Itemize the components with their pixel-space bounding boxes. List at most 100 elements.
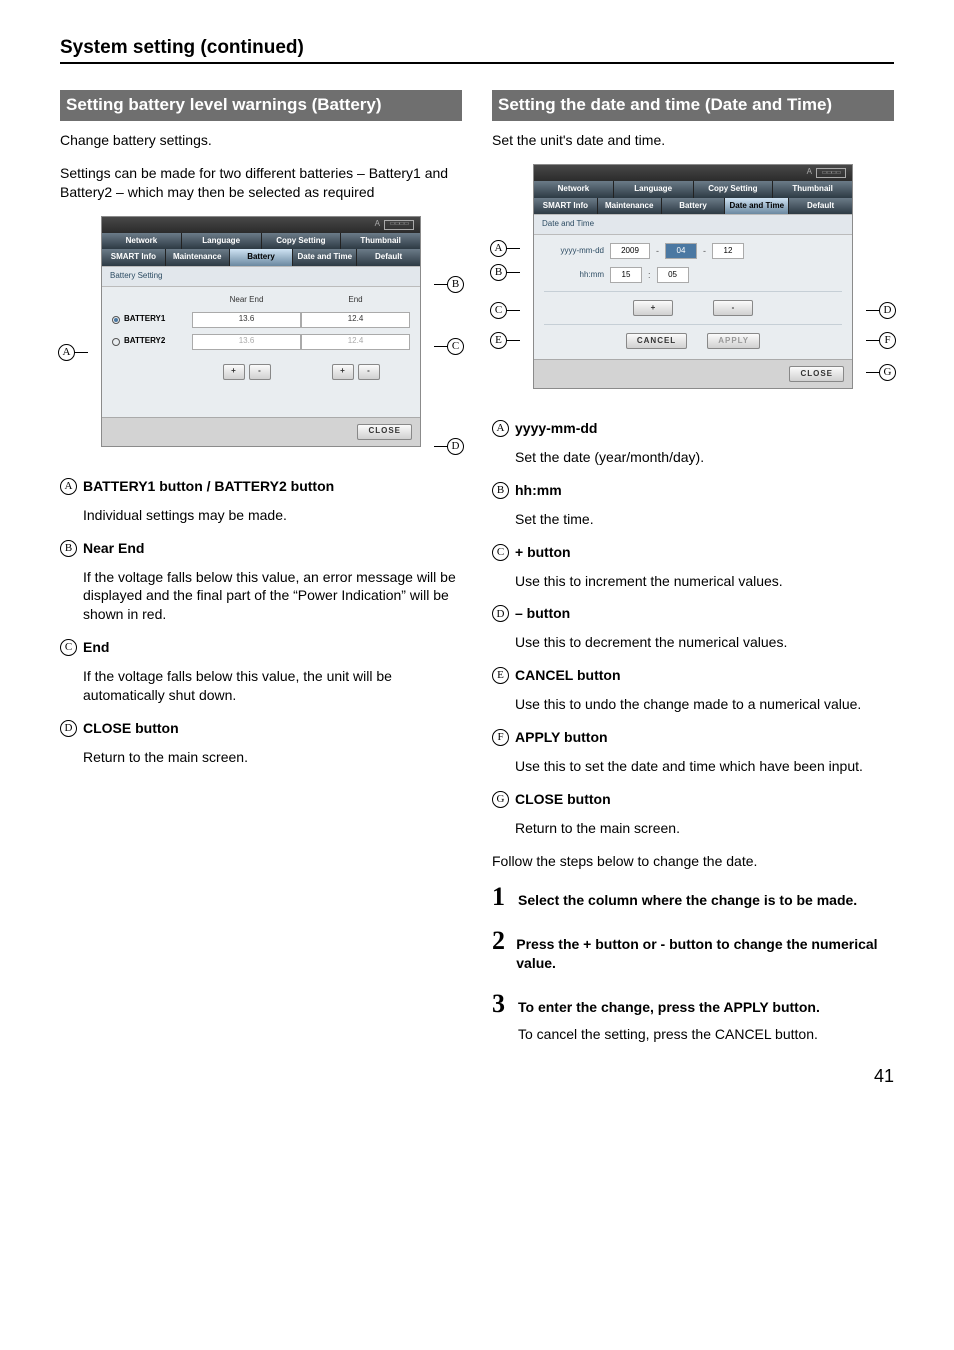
dt-def-G-title: CLOSE button (515, 790, 611, 809)
callout-dt-D: D (879, 302, 896, 319)
tab-language[interactable]: Language (182, 233, 262, 250)
near-end-plus-button[interactable]: + (223, 364, 245, 380)
label-hhmm: hh:mm (544, 270, 604, 281)
section-battery-bar: Setting battery level warnings (Battery) (60, 90, 462, 121)
tab-network[interactable]: Network (102, 233, 182, 250)
page-title: System setting (continued) (60, 38, 894, 64)
section-datetime-bar: Setting the date and time (Date and Time… (492, 90, 894, 121)
end-minus-button[interactable]: - (358, 364, 380, 380)
keyboard-icon: ▭▭▭▭ (816, 168, 846, 178)
dt-def-C-title: + button (515, 543, 571, 562)
dt-def-F-title: APPLY button (515, 728, 608, 747)
datetime-intro: Set the unit's date and time. (492, 131, 894, 150)
callout-D: D (447, 438, 464, 455)
tab-row-2: SMART Info Maintenance Battery Date and … (102, 249, 420, 266)
tab-default[interactable]: Default (789, 198, 852, 215)
battery-subheader: Battery Setting (102, 266, 420, 287)
def-letter-D: D (60, 720, 77, 737)
battery-intro-2: Settings can be made for two different b… (60, 164, 462, 202)
callout-dt-A: A (490, 240, 507, 257)
dt-def-D-body: Use this to decrement the numerical valu… (515, 633, 894, 652)
battery2-end-value: 12.4 (301, 334, 410, 350)
step-1-num: 1 (492, 884, 518, 910)
dt-def-G-body: Return to the main screen. (515, 819, 894, 838)
dt-def-A-body: Set the date (year/month/day). (515, 448, 894, 467)
battery2-label: BATTERY2 (124, 336, 165, 347)
callout-A: A (58, 344, 75, 361)
battery-intro-1: Change battery settings. (60, 131, 462, 150)
tab-default[interactable]: Default (357, 249, 420, 266)
battery1-radio[interactable]: BATTERY1 (112, 312, 192, 328)
field-year[interactable]: 2009 (610, 243, 650, 259)
battery2-radio[interactable]: BATTERY2 (112, 334, 192, 350)
dt-cancel-button[interactable]: CANCEL (626, 333, 687, 349)
tab-battery[interactable]: Battery (662, 198, 726, 215)
keyboard-icon: ▭▭▭▭ (384, 220, 414, 230)
battery-panel-wrap: A B C D A ▭▭▭▭ Network Language Copy Set… (60, 216, 462, 447)
tab-maintenance[interactable]: Maintenance (598, 198, 662, 215)
step-3-text: To enter the change, press the APPLY but… (518, 991, 820, 1017)
field-hour[interactable]: 15 (610, 267, 642, 283)
follow-text: Follow the steps below to change the dat… (492, 852, 894, 871)
tab-language[interactable]: Language (614, 181, 694, 198)
dt-minus-button[interactable]: - (713, 300, 753, 316)
col-end: End (301, 295, 410, 306)
callout-C: C (447, 338, 464, 355)
def-C-body: If the voltage falls below this value, t… (83, 667, 462, 705)
tab-smart-info[interactable]: SMART Info (534, 198, 598, 215)
dt-apply-button[interactable]: APPLY (707, 333, 760, 349)
col-near-end: Near End (192, 295, 301, 306)
tab-date-time[interactable]: Date and Time (293, 249, 357, 266)
tab-network[interactable]: Network (534, 181, 614, 198)
step-2-text: Press the + button or - button to change… (516, 928, 894, 973)
tab-maintenance[interactable]: Maintenance (166, 249, 230, 266)
def-D-body: Return to the main screen. (83, 748, 462, 767)
dt-def-C-body: Use this to increment the numerical valu… (515, 572, 894, 591)
panel-titlebar: A ▭▭▭▭ (534, 165, 852, 181)
battery1-near-end-value[interactable]: 13.6 (192, 312, 301, 328)
label-yyyymmdd: yyyy-mm-dd (544, 246, 604, 257)
def-letter-B: B (60, 540, 77, 557)
def-A-body: Individual settings may be made. (83, 506, 462, 525)
tab-copy-setting[interactable]: Copy Setting (694, 181, 774, 198)
near-end-minus-button[interactable]: - (249, 364, 271, 380)
field-month[interactable]: 04 (665, 243, 697, 259)
def-B-body: If the voltage falls below this value, a… (83, 568, 462, 625)
dt-def-E-title: CANCEL button (515, 666, 621, 685)
dt-def-B-title: hh:mm (515, 481, 562, 500)
field-day[interactable]: 12 (712, 243, 744, 259)
step-2-num: 2 (492, 928, 516, 973)
battery1-end-value[interactable]: 12.4 (301, 312, 410, 328)
def-D-title: CLOSE button (83, 719, 179, 738)
tab-smart-info[interactable]: SMART Info (102, 249, 166, 266)
def-C-title: End (83, 638, 109, 657)
end-plus-button[interactable]: + (332, 364, 354, 380)
dt-close-button[interactable]: CLOSE (789, 366, 844, 382)
tab-battery[interactable]: Battery (230, 249, 294, 266)
battery2-near-end-value: 13.6 (192, 334, 301, 350)
page-number: 41 (60, 1064, 894, 1088)
datetime-subheader: Date and Time (534, 214, 852, 235)
dt-def-D-title: – button (515, 604, 570, 623)
tab-date-time[interactable]: Date and Time (725, 198, 789, 215)
def-B-title: Near End (83, 539, 144, 558)
callout-dt-F: F (879, 332, 896, 349)
callout-B: B (447, 276, 464, 293)
def-letter-C: C (60, 639, 77, 656)
tab-copy-setting[interactable]: Copy Setting (262, 233, 342, 250)
dt-def-A-title: yyyy-mm-dd (515, 419, 597, 438)
battery-close-button[interactable]: CLOSE (357, 424, 412, 440)
callout-dt-C: C (490, 302, 507, 319)
def-A-title: BATTERY1 button / BATTERY2 button (83, 477, 334, 496)
tab-thumbnail[interactable]: Thumbnail (341, 233, 420, 250)
tab-thumbnail[interactable]: Thumbnail (773, 181, 852, 198)
callout-dt-E: E (490, 332, 507, 349)
callout-dt-G: G (879, 364, 896, 381)
dt-plus-button[interactable]: + (633, 300, 673, 316)
dt-def-F-body: Use this to set the date and time which … (515, 757, 894, 776)
dt-def-E-body: Use this to undo the change made to a nu… (515, 695, 894, 714)
field-minute[interactable]: 05 (657, 267, 689, 283)
panel-titlebar: A ▭▭▭▭ (102, 217, 420, 233)
def-letter-A: A (60, 478, 77, 495)
radio-on-icon (112, 316, 120, 324)
